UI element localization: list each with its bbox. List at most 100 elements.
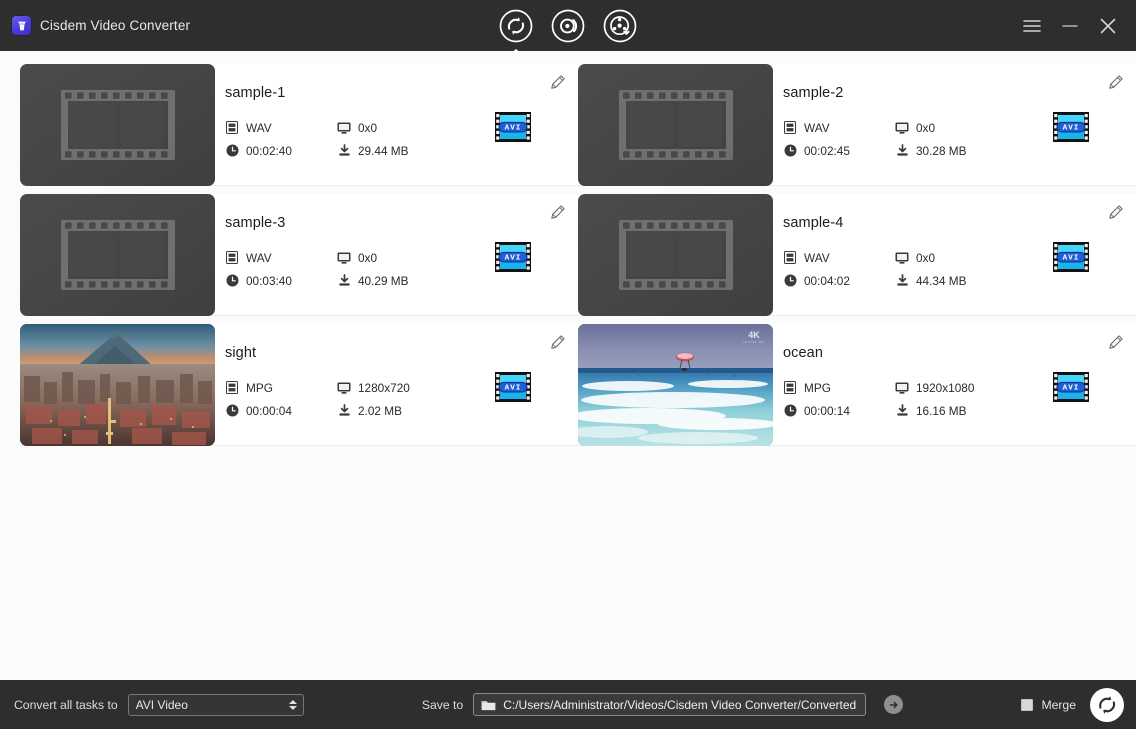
mode-convert-button[interactable] — [497, 7, 535, 45]
clock-icon — [225, 404, 239, 418]
target-format-icon[interactable]: AVI — [1052, 240, 1090, 274]
file-info: sample-1 WAV 0x0 00:02:40 29.44 MB AVI — [215, 64, 578, 185]
file-thumbnail: 4K ULTRA HD — [578, 324, 773, 446]
file-resolution: 0x0 — [337, 251, 475, 265]
merge-label: Merge — [1041, 697, 1076, 712]
table-row[interactable]: sample-2 WAV 0x0 00:02:45 30.28 MB AVI — [578, 64, 1136, 186]
file-grid: sample-1 WAV 0x0 00:02:40 29.44 MB AVI s… — [0, 64, 1136, 446]
minimize-icon[interactable] — [1054, 10, 1086, 42]
file-thumbnail — [20, 64, 215, 186]
film-placeholder-icon — [60, 220, 175, 290]
monitor-icon — [337, 381, 351, 395]
file-name: sample-3 — [225, 215, 286, 231]
file-format: WAV — [225, 251, 337, 265]
monitor-icon — [895, 121, 909, 135]
file-info: sample-3 WAV 0x0 00:03:40 40.29 MB AVI — [215, 194, 578, 315]
file-format: WAV — [783, 121, 895, 135]
file-meta: WAV 0x0 00:03:40 40.29 MB — [225, 251, 475, 288]
file-duration-value: 00:04:02 — [804, 273, 850, 288]
file-meta: MPG 1920x1080 00:00:14 16.16 MB — [783, 381, 1033, 418]
file-name: sight — [225, 345, 257, 361]
file-thumbnail — [578, 194, 773, 316]
file-name: sample-2 — [783, 85, 844, 101]
target-format-label: AVI — [505, 385, 522, 393]
film-placeholder-icon — [618, 90, 733, 160]
file-resolution: 1280x720 — [337, 381, 475, 395]
pencil-edit-icon[interactable] — [1106, 334, 1124, 352]
file-duration-value: 00:03:40 — [246, 273, 292, 288]
mode-download-button[interactable] — [601, 7, 639, 45]
film-strip-icon — [783, 121, 797, 135]
pencil-edit-icon[interactable] — [1106, 74, 1124, 92]
file-duration-value: 00:00:04 — [246, 403, 292, 418]
target-format-icon[interactable]: AVI — [1052, 370, 1090, 404]
file-info: sample-4 WAV 0x0 00:04:02 44.34 MB AVI — [773, 194, 1136, 315]
file-resolution-value: 0x0 — [916, 250, 936, 265]
file-thumbnail — [20, 194, 215, 316]
pencil-edit-icon[interactable] — [548, 204, 566, 222]
output-format-select[interactable]: AVI Video — [127, 693, 304, 716]
file-info: sight MPG 1280x720 00:00:04 2.02 MB AVI — [215, 324, 578, 445]
merge-checkbox[interactable]: Merge — [1021, 698, 1076, 712]
save-path-value: C:/Users/Administrator/Videos/Cisdem Vid… — [503, 697, 857, 712]
monitor-icon — [337, 121, 351, 135]
file-meta: MPG 1280x720 00:00:04 2.02 MB — [225, 381, 475, 418]
start-convert-button[interactable] — [1089, 687, 1124, 722]
file-format: MPG — [783, 381, 895, 395]
chevron-updown-icon — [288, 699, 297, 710]
mode-rip-dvd-button[interactable] — [549, 7, 587, 45]
download-size-icon — [895, 144, 909, 158]
download-size-icon — [337, 144, 351, 158]
table-row[interactable]: sight MPG 1280x720 00:00:04 2.02 MB AVI — [20, 324, 578, 446]
file-duration-value: 00:00:14 — [804, 403, 850, 418]
window-controls — [1016, 10, 1136, 42]
film-placeholder-icon — [60, 90, 175, 160]
file-duration-value: 00:02:45 — [804, 143, 850, 158]
title-bar: Cisdem Video Converter — [0, 0, 1136, 51]
cisdem-logo-icon — [12, 16, 31, 35]
pencil-edit-icon[interactable] — [548, 74, 566, 92]
monitor-icon — [895, 251, 909, 265]
pencil-edit-icon[interactable] — [1106, 204, 1124, 222]
file-name: sample-4 — [783, 215, 844, 231]
checkbox-box[interactable] — [1021, 698, 1034, 711]
save-path-input[interactable]: C:/Users/Administrator/Videos/Cisdem Vid… — [473, 693, 867, 716]
target-format-icon[interactable]: AVI — [494, 110, 532, 144]
target-format-icon[interactable]: AVI — [494, 370, 532, 404]
table-row[interactable]: sample-1 WAV 0x0 00:02:40 29.44 MB AVI — [20, 64, 578, 186]
file-format-value: WAV — [246, 120, 272, 135]
target-format-icon[interactable]: AVI — [1052, 110, 1090, 144]
film-strip-icon — [225, 381, 239, 395]
target-format-label: AVI — [1063, 125, 1080, 133]
file-duration: 00:00:14 — [783, 404, 895, 418]
target-format-icon[interactable]: AVI — [494, 240, 532, 274]
window-title: Cisdem Video Converter — [40, 18, 191, 33]
file-resolution-value: 1920x1080 — [916, 380, 975, 395]
file-duration-value: 00:02:40 — [246, 143, 292, 158]
file-size: 2.02 MB — [337, 404, 475, 418]
hamburger-menu-icon[interactable] — [1016, 10, 1048, 42]
file-size: 40.29 MB — [337, 274, 475, 288]
file-resolution-value: 0x0 — [358, 250, 378, 265]
file-format: WAV — [783, 251, 895, 265]
file-resolution-value: 0x0 — [358, 120, 378, 135]
file-format-value: MPG — [246, 380, 273, 395]
file-size-value: 44.34 MB — [916, 273, 967, 288]
target-format-label: AVI — [505, 125, 522, 133]
file-duration: 00:03:40 — [225, 274, 337, 288]
table-row[interactable]: 4K ULTRA HD ocean MPG 1920x1080 00:00:14… — [578, 324, 1136, 446]
bottom-toolbar: Convert all tasks to AVI Video Save to C… — [0, 680, 1136, 729]
monitor-icon — [895, 381, 909, 395]
file-resolution: 0x0 — [895, 251, 1033, 265]
film-placeholder-icon — [618, 220, 733, 290]
file-size: 30.28 MB — [895, 144, 1033, 158]
table-row[interactable]: sample-4 WAV 0x0 00:04:02 44.34 MB AVI — [578, 194, 1136, 316]
table-row[interactable]: sample-3 WAV 0x0 00:03:40 40.29 MB AVI — [20, 194, 578, 316]
pencil-edit-icon[interactable] — [548, 334, 566, 352]
file-duration: 00:02:45 — [783, 144, 895, 158]
arrow-right-icon[interactable] — [884, 695, 904, 714]
close-icon[interactable] — [1092, 10, 1124, 42]
clock-icon — [783, 404, 797, 418]
file-size-value: 16.16 MB — [916, 403, 967, 418]
thumb-4k-badge: 4K — [748, 330, 760, 340]
